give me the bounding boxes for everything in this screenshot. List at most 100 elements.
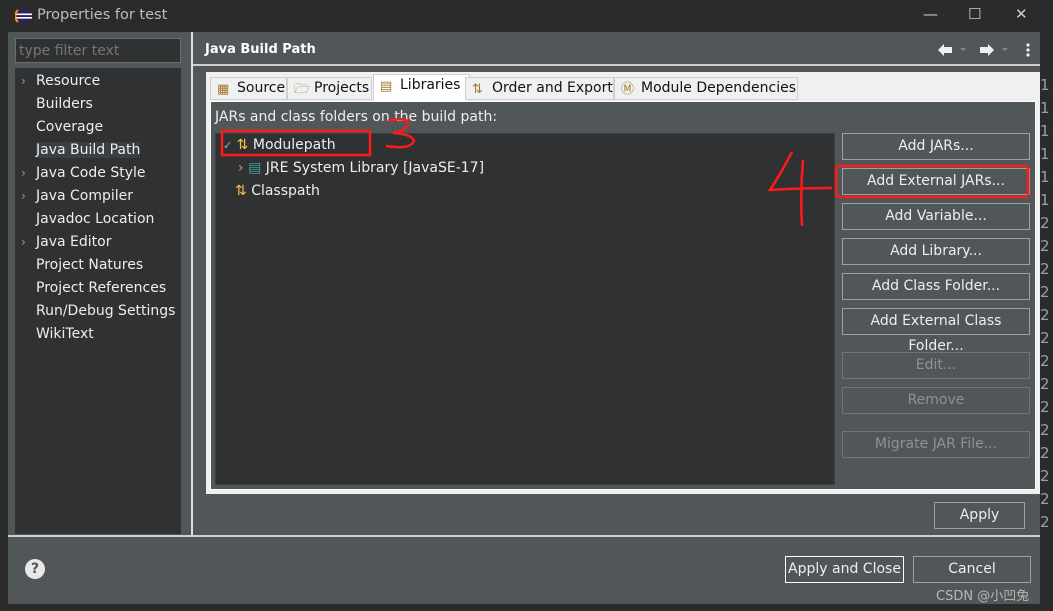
expand-chevron-icon[interactable]: › bbox=[21, 185, 26, 207]
tab-label: Order and Export bbox=[492, 80, 613, 96]
arrow-left-icon[interactable] bbox=[938, 44, 966, 56]
tab-source[interactable]: ▦ Source bbox=[210, 77, 287, 100]
window-title: Properties for test bbox=[37, 7, 168, 23]
close-button[interactable]: ✕ bbox=[1015, 5, 1028, 23]
sidebar-item[interactable]: Javadoc Location bbox=[15, 208, 181, 230]
tab-order-and-export[interactable]: ⇅ Order and Export bbox=[465, 77, 614, 100]
build-path-label: JARs and class folders on the build path… bbox=[215, 109, 498, 125]
line-number: 2 bbox=[1040, 237, 1050, 255]
tab-libraries[interactable]: ▤ Libraries bbox=[373, 74, 470, 101]
tab-label: Libraries bbox=[400, 77, 461, 93]
apply-button[interactable]: Apply bbox=[934, 502, 1025, 529]
sidebar-item[interactable]: › Java Code Style bbox=[15, 162, 181, 184]
background-editor-line-numbers: 1 1 1 1 1 1 2 2 2 2 2 2 2 2 2 2 2 2 2 2 bbox=[1040, 32, 1053, 611]
kebab-menu-icon[interactable] bbox=[1026, 43, 1030, 57]
edit-button[interactable]: Edit... bbox=[842, 352, 1030, 379]
line-number: 1 bbox=[1040, 122, 1050, 140]
property-page-list: › Resource Builders Coverage Java Build Path… bbox=[15, 68, 181, 534]
line-number: 2 bbox=[1040, 513, 1050, 531]
filter-input[interactable] bbox=[15, 38, 181, 63]
tree-node-classpath[interactable]: ⇅ Classpath bbox=[235, 183, 320, 199]
cancel-button[interactable]: Cancel bbox=[913, 556, 1031, 583]
line-number: 2 bbox=[1040, 352, 1050, 370]
eclipse-logo-icon bbox=[15, 8, 32, 24]
tree-node-jre-library[interactable]: › ▤ JRE System Library [JavaSE-17] bbox=[238, 160, 484, 176]
tab-module-dependencies[interactable]: Ⓜ Module Dependencies bbox=[614, 77, 798, 100]
tab-label: Source bbox=[237, 80, 286, 96]
build-path-tree[interactable]: ✓ ⇅ Modulepath › ▤ JRE System Library [J… bbox=[215, 133, 835, 485]
help-icon[interactable]: ? bbox=[25, 559, 45, 579]
line-number: 2 bbox=[1040, 421, 1050, 439]
sidebar-item-label: Project References bbox=[36, 280, 167, 296]
library-icon: ▤ bbox=[380, 79, 393, 94]
footer-separator bbox=[8, 535, 1040, 537]
line-number: 2 bbox=[1040, 398, 1050, 416]
line-number: 1 bbox=[1040, 99, 1050, 117]
apply-and-close-button[interactable]: Apply and Close bbox=[785, 556, 904, 583]
line-number: 2 bbox=[1040, 329, 1050, 347]
source-icon: ▦ bbox=[217, 82, 230, 97]
title-bar: Properties for test — ☐ ✕ bbox=[0, 0, 1053, 32]
sidebar-item[interactable]: Builders bbox=[15, 93, 181, 115]
line-number: 2 bbox=[1040, 467, 1050, 485]
sidebar-item[interactable]: Run/Debug Settings bbox=[15, 300, 181, 322]
sidebar-item[interactable]: Coverage bbox=[15, 116, 181, 138]
line-number: 1 bbox=[1040, 191, 1050, 209]
line-number: 1 bbox=[1040, 145, 1050, 163]
expand-chevron-icon[interactable]: › bbox=[21, 70, 26, 92]
sidebar-item-label: Project Natures bbox=[36, 257, 144, 273]
line-number: 2 bbox=[1040, 444, 1050, 462]
tree-node-modulepath[interactable]: ✓ ⇅ Modulepath bbox=[223, 137, 336, 153]
path-arrows-icon: ⇅ bbox=[235, 183, 247, 199]
sidebar-item-label: Java Editor bbox=[36, 234, 112, 250]
line-number: 1 bbox=[1040, 168, 1050, 186]
order-icon: ⇅ bbox=[472, 82, 483, 97]
sidebar-item-label: Java Code Style bbox=[36, 165, 146, 181]
watermark: CSDN @小凹兔 bbox=[936, 589, 1030, 604]
line-number: 2 bbox=[1040, 283, 1050, 301]
tab-projects[interactable]: 🗁 Projects bbox=[287, 77, 372, 100]
header-separator bbox=[193, 64, 1040, 66]
folder-icon: 🗁 bbox=[294, 82, 311, 97]
line-number: 2 bbox=[1040, 260, 1050, 278]
maximize-button[interactable]: ☐ bbox=[968, 5, 981, 23]
add-jars-button[interactable]: Add JARs... bbox=[842, 133, 1030, 160]
add-class-folder-button[interactable]: Add Class Folder... bbox=[842, 273, 1030, 300]
module-icon: Ⓜ bbox=[621, 82, 635, 97]
arrow-right-icon[interactable] bbox=[980, 44, 1008, 56]
sidebar-item[interactable]: Java Build Path bbox=[15, 139, 181, 161]
sash-divider[interactable] bbox=[191, 32, 193, 535]
line-number: 1 bbox=[1040, 76, 1050, 94]
expand-chevron-icon[interactable]: › bbox=[21, 162, 26, 184]
collapsed-chevron-icon[interactable]: › bbox=[238, 160, 244, 176]
migrate-jar-file-button[interactable]: Migrate JAR File... bbox=[842, 431, 1030, 458]
remove-button[interactable]: Remove bbox=[842, 387, 1030, 414]
expanded-chevron-icon[interactable]: ✓ bbox=[223, 139, 232, 152]
add-library-button[interactable]: Add Library... bbox=[842, 238, 1030, 265]
sidebar-item[interactable]: › Resource bbox=[15, 70, 181, 92]
library-icon: ▤ bbox=[248, 160, 262, 176]
sidebar-item-label: Javadoc Location bbox=[36, 211, 155, 227]
line-number: 2 bbox=[1040, 306, 1050, 324]
sidebar-item[interactable]: › Java Compiler bbox=[15, 185, 181, 207]
add-external-class-folder-button[interactable]: Add External Class Folder... bbox=[842, 308, 1030, 354]
sidebar-item-label: WikiText bbox=[36, 326, 94, 342]
tab-label: Module Dependencies bbox=[641, 80, 796, 96]
sidebar-item-label: Java Build Path bbox=[36, 142, 141, 158]
sidebar-item[interactable]: Project References bbox=[15, 277, 181, 299]
sidebar-item-label: Java Compiler bbox=[36, 188, 134, 204]
page-title: Java Build Path bbox=[205, 42, 316, 57]
sidebar-item[interactable]: WikiText bbox=[15, 323, 181, 345]
sidebar-item-label: Run/Debug Settings bbox=[36, 303, 176, 319]
expand-chevron-icon[interactable]: › bbox=[21, 231, 26, 253]
add-external-jars-button[interactable]: Add External JARs... bbox=[842, 168, 1030, 195]
sidebar-item[interactable]: Project Natures bbox=[15, 254, 181, 276]
line-number: 2 bbox=[1040, 490, 1050, 508]
sidebar-item-label: Resource bbox=[36, 73, 101, 89]
nav-controls bbox=[938, 43, 1030, 57]
line-number: 2 bbox=[1040, 214, 1050, 232]
add-variable-button[interactable]: Add Variable... bbox=[842, 203, 1030, 230]
line-number: 2 bbox=[1040, 375, 1050, 393]
minimize-button[interactable]: — bbox=[923, 5, 938, 23]
sidebar-item[interactable]: › Java Editor bbox=[15, 231, 181, 253]
